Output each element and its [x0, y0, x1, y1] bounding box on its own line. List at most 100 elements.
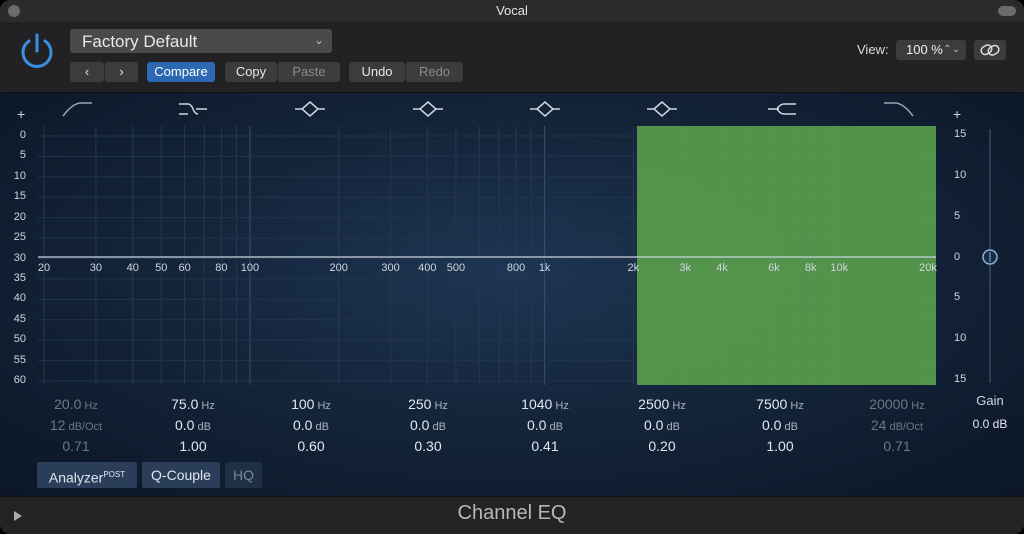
chevron-right-icon: › — [119, 64, 124, 79]
level-scale-label: 30 — [13, 251, 26, 264]
copy-button[interactable]: Copy — [225, 62, 277, 82]
band-q[interactable]: 0.41 — [490, 438, 600, 456]
band-gain[interactable]: 0.0 dB — [725, 417, 835, 435]
band-q[interactable]: 0.71 — [842, 438, 952, 456]
analyzer-button[interactable]: AnalyzerPOST — [37, 462, 137, 488]
band-gain-unit: dB — [546, 421, 563, 433]
band-frequency-value: 100 — [291, 396, 315, 412]
band-frequency-unit: Hz — [908, 400, 925, 412]
frequency-label: 80 — [215, 262, 228, 274]
level-scale-label: 60 — [13, 374, 26, 386]
hq-button[interactable]: HQ — [225, 462, 262, 488]
band-frequency-unit: Hz — [81, 400, 98, 412]
view-label: View: — [857, 42, 889, 57]
frequency-label: 40 — [126, 262, 139, 274]
band-gain[interactable]: 0.0 dB — [138, 417, 248, 435]
paste-button[interactable]: Paste — [277, 62, 340, 82]
band-q[interactable]: 0.60 — [256, 438, 366, 456]
gain-scale-label: 10 — [954, 168, 967, 181]
next-preset-button[interactable]: › — [104, 62, 138, 82]
compare-button[interactable]: Compare — [147, 62, 215, 82]
band-frequency[interactable]: 100 Hz — [256, 396, 366, 414]
band-q-value: 0.41 — [531, 438, 559, 454]
window-control[interactable] — [998, 6, 1016, 16]
band-gain-value: 0.0 — [644, 417, 664, 433]
frequency-label: 8k — [804, 262, 817, 274]
frequency-label: 200 — [329, 262, 348, 274]
frequency-label: 50 — [155, 262, 168, 274]
band-frequency[interactable]: 7500 Hz — [725, 396, 835, 414]
footer-bar: Channel EQ — [0, 496, 1024, 534]
level-scale-label: 35 — [13, 271, 26, 284]
frequency-label: 4k — [716, 262, 728, 274]
updown-arrows-icon: ⌃⌄ — [943, 44, 960, 55]
frequency-label: 20k — [919, 262, 937, 274]
level-scale-label: 50 — [13, 333, 26, 346]
frequency-label: 800 — [506, 262, 526, 274]
level-scale-label: 10 — [13, 169, 26, 182]
band-frequency-value: 75.0 — [171, 396, 199, 412]
gain-slider[interactable] — [982, 129, 998, 383]
band-frequency[interactable]: 75.0 Hz — [138, 396, 248, 414]
band-gain-value: 0.0 — [410, 417, 430, 433]
view-zoom-value: 100 % — [906, 42, 943, 57]
window-title: Vocal — [496, 3, 528, 18]
highlight-region — [637, 126, 936, 385]
analyzer-label: Analyzer — [48, 469, 104, 486]
level-scale-label: 25 — [13, 231, 26, 244]
band-gain[interactable]: 0.0 dB — [490, 417, 600, 435]
band-q[interactable]: 1.00 — [725, 438, 835, 456]
band-gain-value: 0.0 — [293, 417, 313, 433]
link-button[interactable] — [974, 40, 1006, 60]
gain-scale-label: 0 — [954, 250, 961, 263]
band-frequency-value: 2500 — [638, 396, 670, 412]
frequency-label: 500 — [446, 262, 466, 274]
band-gain[interactable]: 24 dB/Oct — [842, 417, 952, 435]
frequency-label: 400 — [418, 262, 437, 274]
band-frequency[interactable]: 20000 Hz — [842, 396, 952, 414]
q-couple-button[interactable]: Q-Couple — [142, 462, 220, 488]
link-icon — [980, 44, 1000, 56]
band-gain[interactable]: 12 dB/Oct — [21, 417, 131, 435]
gain-scale-label: 15 — [954, 128, 967, 140]
band-frequency-unit: Hz — [669, 400, 686, 412]
undo-button[interactable]: Undo — [349, 62, 405, 82]
band-q[interactable]: 1.00 — [138, 438, 248, 456]
band-q[interactable]: 0.71 — [21, 438, 131, 456]
band-gain-value: 12 — [49, 417, 66, 433]
band-frequency[interactable]: 20.0 Hz — [21, 396, 131, 414]
band-frequency-value: 7500 — [756, 396, 788, 412]
band-frequency[interactable]: 250 Hz — [373, 396, 483, 414]
frequency-label: 10k — [830, 262, 849, 274]
level-scale-label: 5 — [19, 149, 26, 162]
frequency-label: 300 — [381, 262, 400, 274]
band-q-value: 1.00 — [179, 438, 207, 454]
band-q[interactable]: 0.30 — [373, 438, 483, 456]
view-zoom-select[interactable]: 100 % ⌃⌄ — [896, 40, 966, 60]
band-gain[interactable]: 0.0 dB — [373, 417, 483, 435]
band-frequency-value: 20.0 — [54, 396, 82, 412]
power-icon[interactable] — [18, 32, 56, 70]
level-scale-label: 45 — [13, 312, 26, 325]
preset-menu[interactable]: Factory Default ⌄ — [70, 29, 332, 53]
gain-value[interactable]: 0.0 dB — [960, 417, 1020, 431]
frequency-label: 1k — [538, 262, 551, 274]
band-frequency[interactable]: 1040 Hz — [490, 396, 600, 414]
redo-button[interactable]: Redo — [405, 62, 463, 82]
preset-name: Factory Default — [82, 32, 198, 51]
level-scale-label: 55 — [13, 353, 26, 366]
analyzer-mode-label: POST — [103, 470, 126, 479]
band-gain-value: 0.0 — [175, 417, 195, 433]
band-frequency-value: 20000 — [869, 396, 909, 412]
frequency-label: 20 — [37, 262, 51, 274]
band-frequency[interactable]: 2500 Hz — [607, 396, 717, 414]
band-gain[interactable]: 0.0 dB — [256, 417, 366, 435]
eq-graph[interactable] — [0, 93, 1024, 393]
band-gain[interactable]: 0.0 dB — [607, 417, 717, 435]
previous-preset-button[interactable]: ‹ — [70, 62, 104, 82]
band-gain-unit: dB/Oct — [65, 421, 103, 433]
band-q[interactable]: 0.20 — [607, 438, 717, 456]
plugin-window: Vocal Factory Default ⌄ ‹ › Compare Copy… — [0, 0, 1024, 534]
frequency-label: 60 — [178, 262, 191, 274]
band-gain-unit: dB — [194, 421, 211, 433]
